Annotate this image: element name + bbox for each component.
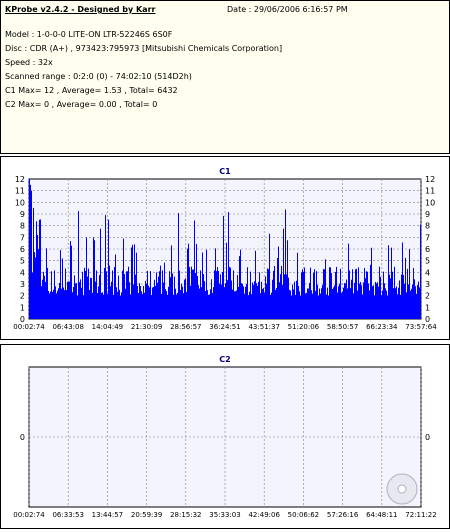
scan-speed: Speed : 32x [5,58,53,67]
x-tick-label: 66:23:34 [366,323,398,331]
c1-chart: C10 01 12 23 34 45 56 67 78 89 910 1011 1112 1200:02:… [13,167,437,331]
y-tick-label-right: 2 [425,292,430,301]
y-tick-label-left: 10 [15,198,25,207]
x-tick-label: 58:50:57 [327,323,358,331]
y-tick-label-left: 9 [20,210,25,219]
c1-summary: C1 Max= 12 , Average= 1.53 , Total= 6432 [5,86,178,95]
chart-title: C2 [219,355,230,364]
c2-chart-panel: C2 0 0 00:02:74 06:33:53 13:44:57 20:59:39 28:1… [0,344,450,529]
x-tick-label: 00:02:74 [13,323,45,331]
y-tick-label-left: 4 [20,268,25,277]
app-title: KProbe v2.4.2 - Designed by Karr [5,5,156,14]
scanned-range: Scanned range : 0:2:0 (0) - 74:02:10 (51… [5,72,192,81]
y-tick-label-left: 1 [20,303,25,312]
x-tick-label: 43:51:37 [248,323,279,331]
y-tick-label-right: 1 [425,303,430,312]
y-tick-label-right: 0 [425,433,430,442]
y-tick-label-left: 5 [20,257,25,266]
y-tick-label-left: 7 [20,233,25,242]
x-tick-label: 28:56:57 [170,323,201,331]
y-tick-label-left: 0 [20,433,25,442]
y-tick-label-right: 6 [425,245,430,254]
x-tick-label: 72:11:22 [405,511,436,519]
x-tick-label: 13:44:57 [92,511,123,519]
x-tick-label: 28:15:32 [170,511,201,519]
scan-date: Date : 29/06/2006 6:16:57 PM [227,5,348,14]
x-tick-label: 64:48:11 [366,511,397,519]
y-tick-label-right: 4 [425,268,430,277]
y-tick-label-left: 12 [15,175,25,184]
x-tick-label: 21:30:09 [131,323,162,331]
cd-icon-hole [397,484,407,494]
y-tick-label-left: 8 [20,222,25,231]
y-tick-label-right: 10 [425,198,435,207]
x-tick-label: 36:24:51 [209,323,240,331]
y-tick-label-left: 11 [15,187,25,196]
x-tick-label: 06:33:53 [52,511,83,519]
y-tick-label-left: 2 [20,292,25,301]
x-tick-label: 20:59:39 [131,511,162,519]
x-tick-label: 57:26:16 [327,511,359,519]
c2-chart: C2 0 0 00:02:74 06:33:53 13:44:57 20:59:39 28:1… [13,355,436,519]
disc-info-panel: KProbe v2.4.2 - Designed by Karr Date : … [0,0,450,154]
c1-chart-panel: C1 0 0 1 1 2 2 3 3 4 4 5 5 6 6 7 7 8 8 9 9 10 10 11 11 12 12 00:02:… [0,156,450,340]
y-tick-label-right: 11 [425,187,435,196]
x-tick-label: 35:33:03 [209,511,240,519]
x-tick-label: 00:02:74 [13,511,45,519]
x-tick-label: 50:06:62 [288,511,319,519]
y-tick-label-right: 12 [425,175,435,184]
y-tick-label-right: 8 [425,222,430,231]
y-tick-label-right: 5 [425,257,430,266]
x-tick-label: 42:49:06 [248,511,280,519]
c1-base-band [29,295,421,319]
y-tick-label-right: 9 [425,210,430,219]
x-tick-label: 06:43:08 [52,323,83,331]
y-tick-label-left: 3 [20,280,25,289]
disc-type: Disc : CDR (A+) , 973423:795973 [Mitsubi… [5,44,283,53]
y-tick-label-right: 7 [425,233,430,242]
x-tick-label: 73:57:64 [405,323,437,331]
y-tick-label-left: 6 [20,245,25,254]
c2-summary: C2 Max= 0 , Average= 0.00 , Total= 0 [5,100,158,109]
y-tick-label-right: 3 [425,280,430,289]
x-tick-label: 51:20:06 [288,323,320,331]
drive-model: Model : 1-0-0-0 LITE-ON LTR-52246S 6S0F [5,30,173,39]
x-tick-label: 14:04:49 [92,323,123,331]
chart-title: C1 [219,167,231,176]
